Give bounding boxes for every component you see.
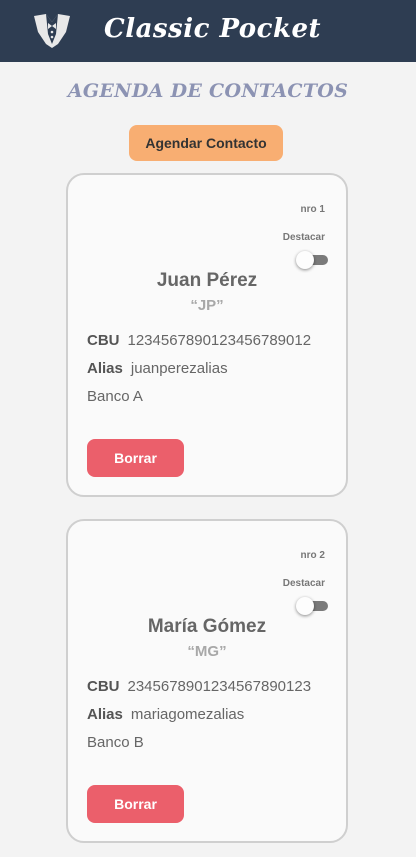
highlight-toggle[interactable] (296, 597, 328, 615)
cbu-row: CBU 2345678901234567890123 (87, 678, 311, 695)
delete-button[interactable]: Borrar (87, 439, 184, 477)
contact-number: nro 1 (300, 204, 325, 215)
contact-name: Juan Pérez (156, 270, 258, 291)
contact-initials: “MG” (187, 643, 227, 660)
add-contact-button[interactable]: Agendar Contacto (129, 125, 283, 161)
cbu-label: CBU (87, 332, 120, 349)
cbu-value: 2345678901234567890123 (127, 678, 312, 695)
contact-card: nro 2 Destacar María Gómez “MG” CBU 23456… (66, 519, 348, 843)
cbu-label: CBU (87, 678, 120, 695)
contact-name: María Gómez (147, 616, 267, 637)
delete-button[interactable]: Borrar (87, 785, 184, 823)
alias-label: Alias (87, 360, 123, 377)
alias-value: juanperezalias (130, 360, 228, 377)
highlight-label: Destacar (282, 232, 325, 243)
tuxedo-icon (32, 10, 72, 50)
page-title: AGENDA DE CONTACTOS (67, 80, 349, 102)
app-header: Classic Pocket (0, 0, 416, 62)
alias-row: Alias juanperezalias (87, 360, 228, 377)
contact-number: nro 2 (300, 550, 325, 561)
cbu-value: 1234567890123456789012 (127, 332, 312, 349)
bank-name: Banco B (87, 734, 144, 751)
app-title: Classic Pocket (104, 14, 322, 44)
bank-name: Banco A (87, 388, 143, 405)
toggle-knob (296, 251, 314, 269)
contact-initials: “JP” (190, 297, 224, 314)
highlight-toggle[interactable] (296, 251, 328, 269)
highlight-label: Destacar (282, 578, 325, 589)
toggle-knob (296, 597, 314, 615)
cbu-row: CBU 1234567890123456789012 (87, 332, 311, 349)
alias-row: Alias mariagomezalias (87, 706, 244, 723)
contact-card: nro 1 Destacar Juan Pérez “JP” CBU 123456… (66, 173, 348, 497)
alias-label: Alias (87, 706, 123, 723)
alias-value: mariagomezalias (130, 706, 245, 723)
